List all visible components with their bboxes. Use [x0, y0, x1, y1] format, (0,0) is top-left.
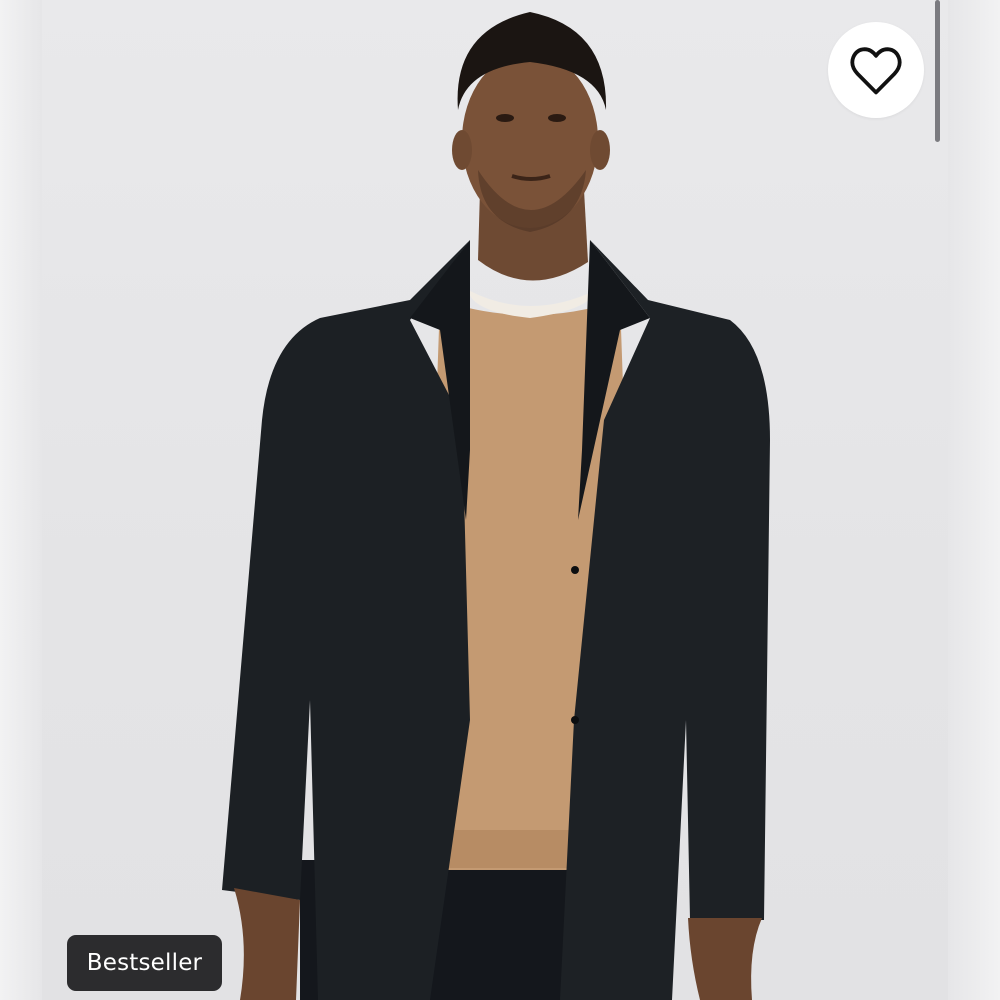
model-blazer-left	[222, 240, 470, 1000]
bestseller-badge: Bestseller	[67, 935, 222, 991]
favorite-button[interactable]	[828, 22, 924, 118]
product-image-viewer: Bestseller	[0, 0, 1000, 1000]
scrollbar-thumb[interactable]	[935, 0, 940, 142]
right-backdrop	[948, 0, 1000, 1000]
model-face	[462, 52, 598, 228]
product-photo[interactable]	[42, 0, 948, 1000]
heart-outline-icon	[850, 47, 902, 95]
left-backdrop	[0, 0, 42, 1000]
